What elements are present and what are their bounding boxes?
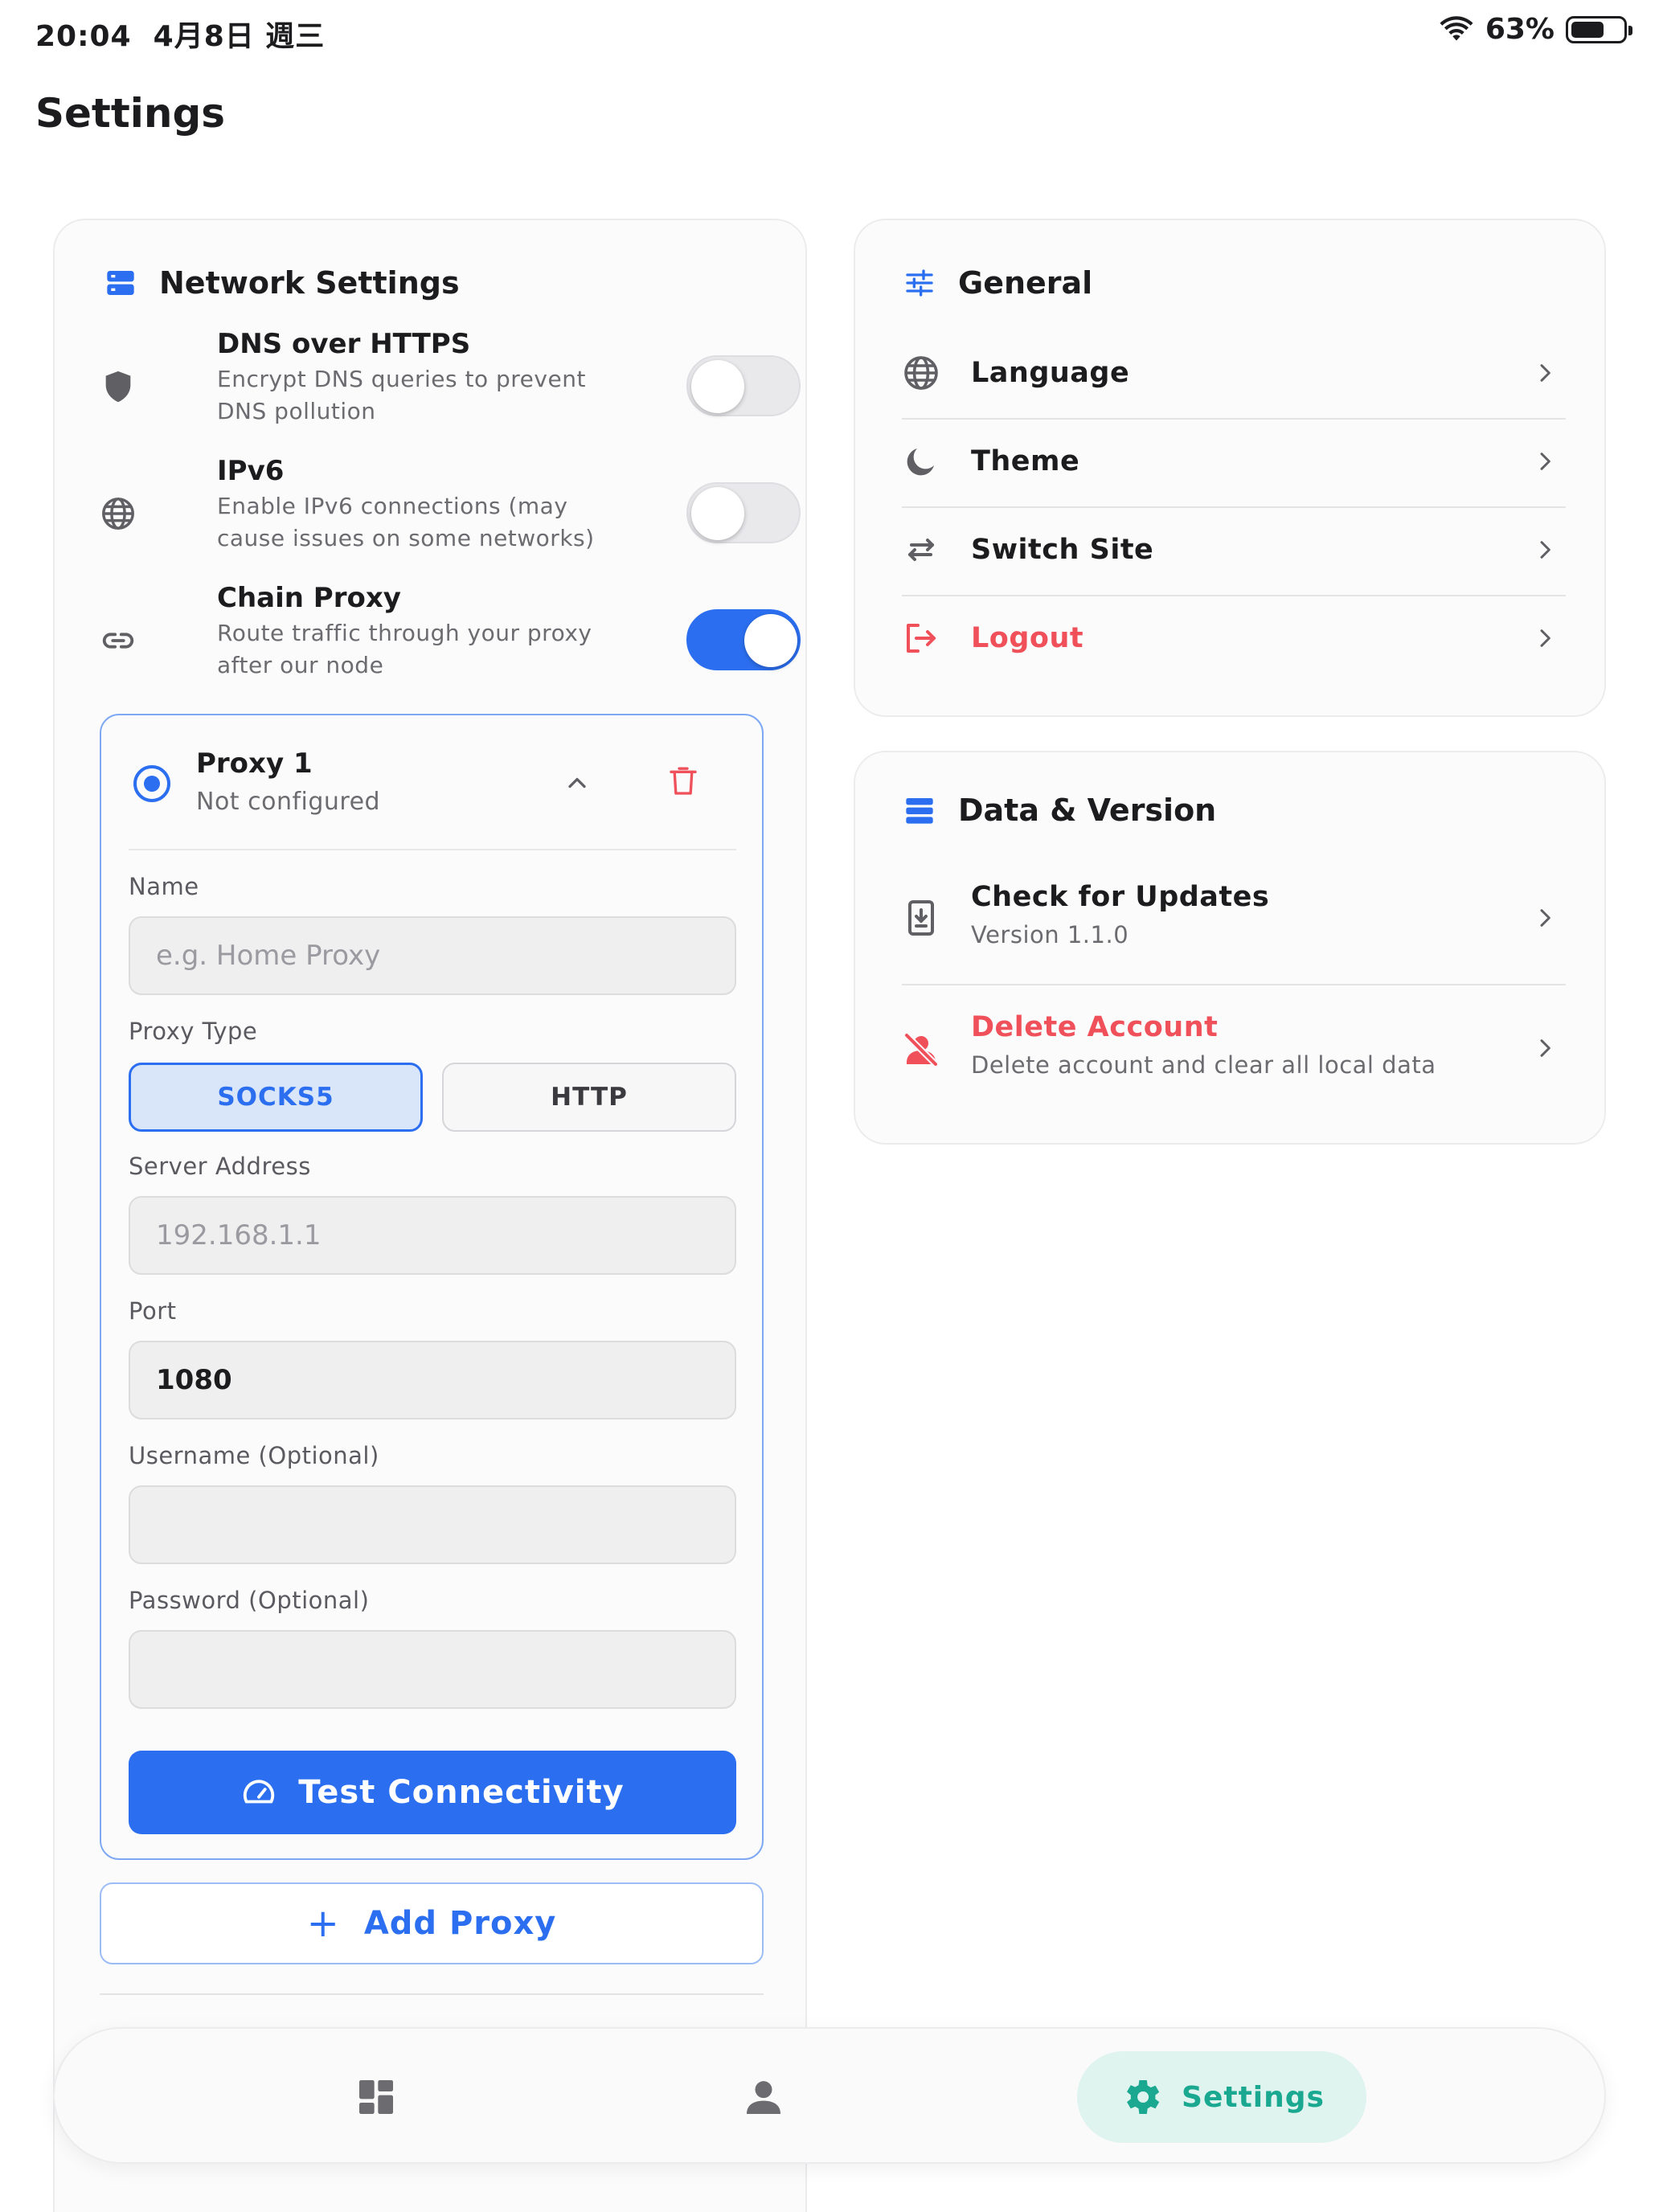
link-icon	[102, 633, 134, 649]
proxy-select-radio[interactable]	[133, 765, 170, 802]
check-updates-row[interactable]: Check for Updates Version 1.1.0	[902, 857, 1566, 977]
trash-icon[interactable]	[667, 764, 699, 799]
moon-icon	[907, 449, 934, 476]
username-input[interactable]	[129, 1485, 736, 1564]
proxy-panel: Proxy 1 Not configured Name e.g. Home Pr…	[100, 714, 764, 1860]
globe-icon	[102, 498, 134, 530]
bottom-nav: Settings	[53, 2027, 1606, 2164]
general-card: General Language Theme Switch Site Logou…	[854, 219, 1606, 717]
nav-account[interactable]	[715, 2051, 812, 2143]
nav-dashboard[interactable]	[328, 2051, 424, 2143]
chevron-right-icon	[1540, 909, 1550, 927]
status-time: 20:04 4月8日 週三	[35, 20, 326, 53]
delete-account-icon	[903, 1032, 939, 1067]
language-row[interactable]: Language	[902, 330, 1566, 416]
delete-account-description: Delete account and clear all local data	[971, 1051, 1436, 1079]
dns-over-https-row: DNS over HTTPS Encrypt DNS queries to pr…	[100, 328, 801, 449]
data-version-header: Data & Version	[903, 793, 1216, 828]
data-version-card: Data & Version Check for Updates Version…	[854, 751, 1606, 1145]
swap-icon	[908, 539, 934, 561]
proxy-status: Not configured	[196, 788, 381, 816]
plus-icon: +	[306, 1901, 340, 1946]
ipv6-row: IPv6 Enable IPv6 connections (may cause …	[100, 455, 801, 576]
battery-percent: 63%	[1485, 13, 1555, 46]
globe-icon	[904, 356, 938, 390]
port-label: Port	[129, 1297, 177, 1325]
chevron-right-icon	[1540, 541, 1550, 559]
dns-over-https-toggle[interactable]	[686, 355, 801, 416]
page-title: Settings	[35, 90, 226, 137]
delete-account-label: Delete Account	[971, 1011, 1219, 1043]
gear-icon	[1127, 2080, 1160, 2114]
theme-row[interactable]: Theme	[902, 418, 1566, 505]
password-label: Password (Optional)	[129, 1587, 370, 1614]
version-text: Version 1.1.0	[971, 921, 1129, 948]
switch-site-label: Switch Site	[971, 534, 1154, 566]
check-updates-label: Check for Updates	[971, 881, 1270, 913]
username-label: Username (Optional)	[129, 1442, 379, 1469]
server-address-input[interactable]: 192.168.1.1	[129, 1196, 736, 1275]
chevron-up-icon[interactable]	[563, 768, 592, 797]
update-icon	[908, 900, 934, 936]
section-divider	[100, 1993, 764, 1995]
dns-title: DNS over HTTPS	[217, 328, 471, 360]
chain-proxy-row: Chain Proxy Route traffic through your p…	[100, 582, 801, 703]
database-icon	[906, 798, 933, 824]
add-proxy-button[interactable]: + Add Proxy	[100, 1882, 764, 1964]
battery-icon	[1566, 15, 1632, 43]
chain-proxy-toggle[interactable]	[686, 609, 801, 670]
socks5-button[interactable]: SOCKS5	[129, 1063, 423, 1132]
chain-proxy-title: Chain Proxy	[217, 582, 401, 614]
ipv6-description: Enable IPv6 connections (may cause issue…	[217, 493, 595, 551]
network-settings-card: Network Settings DNS over HTTPS Encrypt …	[53, 219, 807, 2212]
wifi-icon	[1440, 15, 1473, 40]
proxy-type-label: Proxy Type	[129, 1018, 258, 1045]
test-connectivity-label: Test Connectivity	[298, 1774, 625, 1811]
server-icon	[107, 271, 134, 295]
chevron-right-icon	[1540, 364, 1550, 382]
name-input[interactable]: e.g. Home Proxy	[129, 916, 736, 995]
sliders-icon	[906, 269, 933, 297]
chevron-right-icon	[1540, 453, 1550, 470]
logout-label: Logout	[971, 622, 1084, 654]
status-bar: 20:04 4月8日 週三 63%	[0, 0, 1659, 64]
http-button[interactable]: HTTP	[442, 1063, 736, 1132]
add-proxy-label: Add Proxy	[363, 1905, 557, 1942]
data-version-title: Data & Version	[958, 793, 1217, 828]
password-input[interactable]	[129, 1630, 736, 1709]
logout-row[interactable]: Logout	[902, 595, 1566, 682]
name-label: Name	[129, 873, 199, 900]
delete-account-row[interactable]: Delete Account Delete account and clear …	[902, 993, 1566, 1114]
ipv6-title: IPv6	[217, 455, 285, 487]
shield-icon	[105, 371, 131, 403]
network-settings-title: Network Settings	[159, 265, 460, 301]
account-icon	[747, 2081, 780, 2114]
language-label: Language	[971, 357, 1130, 389]
proxy-name: Proxy 1	[196, 748, 313, 780]
general-header: General	[903, 265, 1092, 301]
nav-settings[interactable]: Settings	[1077, 2051, 1366, 2143]
status-indicators: 63%	[1439, 13, 1632, 46]
dashboard-icon	[359, 2080, 393, 2114]
network-settings-header: Network Settings	[104, 265, 460, 301]
ipv6-toggle[interactable]	[686, 482, 801, 543]
port-input[interactable]: 1080	[129, 1341, 736, 1419]
chain-proxy-description: Route traffic through your proxy after o…	[217, 620, 592, 678]
theme-label: Theme	[971, 445, 1080, 477]
nav-settings-label: Settings	[1182, 2080, 1325, 2114]
dns-description: Encrypt DNS queries to prevent DNS pollu…	[217, 366, 586, 424]
server-address-label: Server Address	[129, 1153, 311, 1180]
chevron-right-icon	[1540, 629, 1550, 647]
row-divider	[902, 984, 1566, 985]
switch-site-row[interactable]: Switch Site	[902, 506, 1566, 593]
logout-icon	[907, 624, 936, 653]
general-title: General	[958, 265, 1093, 301]
proxy-divider	[129, 849, 736, 850]
speedometer-icon	[244, 1780, 275, 1804]
test-connectivity-button[interactable]: Test Connectivity	[129, 1751, 736, 1834]
chevron-right-icon	[1540, 1039, 1550, 1057]
